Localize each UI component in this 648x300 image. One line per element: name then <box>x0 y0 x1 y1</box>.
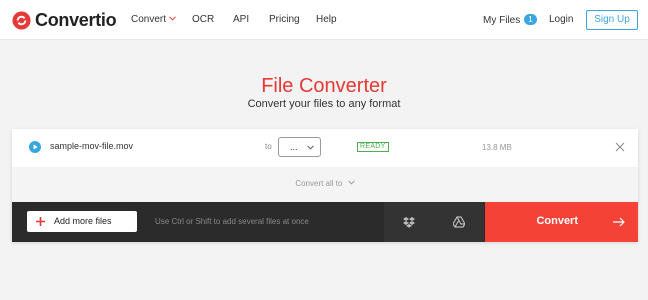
signup-button[interactable]: Sign Up <box>586 10 638 30</box>
nav-convert[interactable]: Convert <box>131 14 176 26</box>
add-more-files-button[interactable]: Add more files <box>27 211 137 232</box>
plus-icon <box>36 217 45 226</box>
file-size: 13.8 MB <box>482 143 512 152</box>
page-subtitle: Convert your files to any format <box>247 98 401 110</box>
chevron-down-icon <box>307 145 314 150</box>
logo[interactable]: Convertio <box>12 9 117 31</box>
dropbox-button[interactable] <box>384 202 434 242</box>
nav-convert-label: Convert <box>131 14 167 25</box>
nav-api[interactable]: API <box>233 14 249 26</box>
format-select[interactable]: ... <box>278 137 321 157</box>
google-drive-icon <box>453 216 465 228</box>
arrow-right-icon <box>613 217 625 227</box>
convertio-logo-icon <box>12 10 31 30</box>
chevron-down-icon <box>169 16 176 21</box>
logo-text: Convertio <box>35 10 117 30</box>
file-row: sample-mov-file.mov to ... READY 13.8 MB <box>12 129 638 166</box>
nav-help[interactable]: Help <box>316 14 337 26</box>
dropbox-icon <box>403 217 415 228</box>
multi-select-hint: Use Ctrl or Shift to add several files a… <box>155 217 309 226</box>
convert-button[interactable]: Convert <box>485 202 638 242</box>
status-badge: READY <box>357 142 389 152</box>
close-icon[interactable] <box>615 142 625 152</box>
google-drive-button[interactable] <box>434 202 484 242</box>
page-title: File Converter <box>261 75 387 97</box>
play-icon <box>29 141 41 153</box>
to-label: to <box>265 142 272 151</box>
nav-pricing[interactable]: Pricing <box>269 14 300 26</box>
convert-label: Convert <box>536 215 578 227</box>
add-more-files-label: Add more files <box>54 216 112 226</box>
file-name: sample-mov-file.mov <box>50 141 134 151</box>
login-link[interactable]: Login <box>549 14 573 26</box>
my-files-label: My Files <box>483 15 521 26</box>
converter-card: sample-mov-file.mov to ... READY 13.8 MB… <box>12 129 638 242</box>
top-navbar: Convertio Convert OCR API Pricing Help M… <box>0 0 648 40</box>
convert-all-row: Convert all to <box>12 167 638 202</box>
convert-all-dropdown[interactable]: Convert all to <box>12 179 638 189</box>
convert-all-label: Convert all to <box>295 179 343 188</box>
my-files-link[interactable]: My Files 1 <box>483 14 537 27</box>
action-bar: Add more files Use Ctrl or Shift to add … <box>12 202 638 242</box>
format-select-value: ... <box>290 142 298 152</box>
my-files-count-badge: 1 <box>524 14 537 25</box>
nav-ocr[interactable]: OCR <box>192 14 214 26</box>
chevron-down-icon <box>347 180 355 185</box>
